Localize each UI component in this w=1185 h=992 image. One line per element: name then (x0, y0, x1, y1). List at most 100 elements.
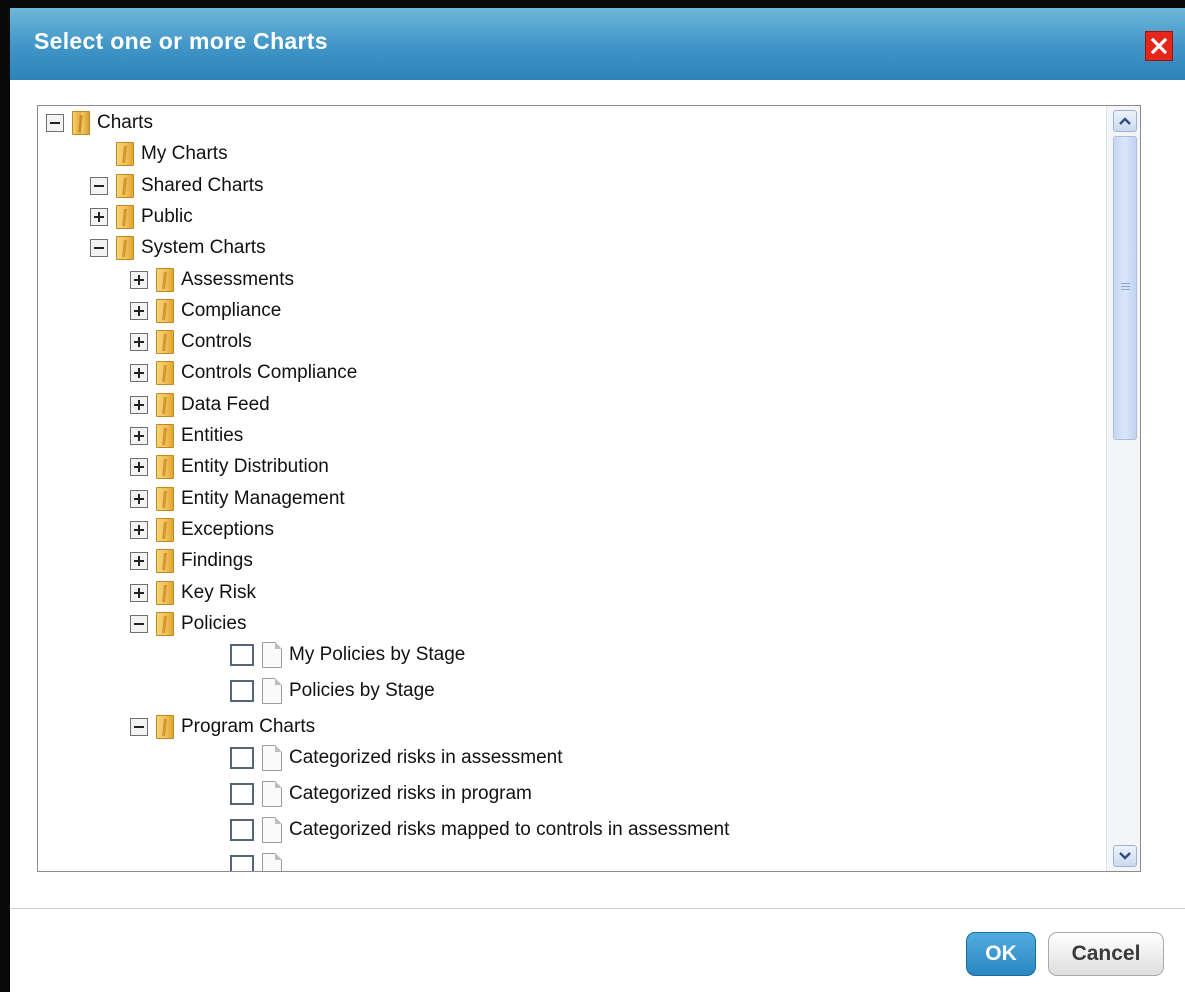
tree-folder-node[interactable]: Key Risk (130, 578, 256, 608)
tree-folder-node[interactable]: Public (90, 202, 193, 232)
document-icon (262, 781, 282, 808)
folder-icon (156, 517, 174, 542)
tree-folder-node[interactable]: Exceptions (130, 515, 274, 545)
folder-icon (156, 611, 174, 636)
tree-node-label: Compliance (181, 299, 282, 321)
tree-chart-node[interactable] (230, 851, 289, 871)
document-icon (262, 817, 282, 844)
tree-folder-node[interactable]: My Charts (116, 139, 228, 169)
dialog-title: Select one or more Charts (34, 28, 328, 54)
grip-line (1121, 289, 1130, 290)
tree-folder-node[interactable]: Compliance (130, 296, 281, 326)
expand-icon[interactable] (130, 364, 148, 383)
tree-node-label: Controls Compliance (181, 362, 358, 384)
tree-chart-node[interactable]: Categorized risks mapped to controls in … (230, 815, 729, 845)
tree-node-label: Policies (181, 612, 247, 634)
tree-folder-node[interactable]: Entity Distribution (130, 452, 329, 482)
expand-icon[interactable] (130, 520, 148, 539)
collapse-icon[interactable] (130, 614, 148, 633)
chart-checkbox[interactable] (230, 644, 254, 667)
document-icon (262, 678, 282, 705)
vertical-scrollbar[interactable] (1106, 106, 1140, 871)
tree-node-label: Assessments (181, 268, 294, 290)
expand-icon[interactable] (130, 458, 148, 477)
chart-checkbox[interactable] (230, 680, 254, 703)
collapse-icon[interactable] (90, 239, 108, 258)
expand-icon[interactable] (130, 489, 148, 508)
expand-icon[interactable] (130, 583, 148, 602)
ok-button[interactable]: OK (966, 932, 1036, 976)
tree-node-label: Categorized risks in program (289, 783, 532, 805)
tree-folder-node[interactable]: Program Charts (130, 712, 315, 742)
tree-folder-node[interactable]: System Charts (90, 233, 266, 263)
folder-icon (156, 715, 174, 740)
tree-node-label: Public (141, 205, 193, 227)
folder-icon (156, 298, 174, 323)
chart-checkbox[interactable] (230, 747, 254, 770)
tree-folder-node[interactable]: Charts (46, 108, 153, 138)
tree-node-label: My Charts (141, 143, 228, 165)
tree-node-label: Entities (181, 425, 244, 446)
folder-icon (116, 142, 134, 167)
window-frame-left (0, 0, 10, 992)
close-button[interactable] (1145, 31, 1173, 61)
chart-checkbox[interactable] (230, 819, 254, 842)
collapse-icon[interactable] (130, 718, 148, 737)
tree-folder-node[interactable]: Controls Compliance (130, 358, 357, 388)
folder-icon (156, 361, 174, 386)
scroll-down-button[interactable] (1113, 845, 1137, 867)
expand-icon[interactable] (130, 552, 148, 571)
tree-node-label: Charts (97, 112, 153, 133)
tree-folder-node[interactable]: Data Feed (130, 390, 270, 420)
tree-node-label: Program Charts (181, 716, 316, 738)
folder-icon (116, 236, 134, 261)
tree-folder-node[interactable]: Policies (130, 609, 246, 639)
folder-icon (72, 111, 90, 135)
folder-icon (116, 204, 134, 229)
collapse-icon[interactable] (90, 176, 108, 195)
tree-folder-node[interactable]: Shared Charts (90, 171, 264, 201)
chevron-up-icon (1119, 117, 1131, 125)
scroll-up-button[interactable] (1113, 110, 1137, 132)
folder-icon (156, 424, 174, 448)
dialog-body: Charts My Charts Shared Charts Public System… (10, 80, 1185, 992)
collapse-icon[interactable] (46, 114, 64, 132)
tree-folder-node[interactable]: Controls (130, 327, 252, 357)
folder-icon (156, 580, 174, 605)
cancel-button[interactable]: Cancel (1048, 932, 1164, 976)
expand-icon[interactable] (130, 427, 148, 445)
chevron-down-icon (1119, 852, 1131, 860)
expand-icon[interactable] (130, 395, 148, 414)
chart-checkbox[interactable] (230, 855, 254, 871)
tree-node-label: Key Risk (181, 581, 256, 603)
chart-checkbox[interactable] (230, 783, 254, 806)
document-icon (262, 642, 282, 669)
grip-line (1121, 283, 1130, 284)
tree-chart-node[interactable]: Categorized risks in assessment (230, 743, 563, 773)
folder-icon (156, 486, 174, 511)
expand-icon[interactable] (90, 207, 108, 226)
tree-folder-node[interactable]: Assessments (130, 265, 294, 295)
tree-folder-node[interactable]: Findings (130, 546, 253, 576)
folder-icon (156, 455, 174, 480)
expand-icon[interactable] (130, 270, 148, 289)
tree-chart-node[interactable]: Policies by Stage (230, 676, 435, 706)
tree-chart-node[interactable]: My Policies by Stage (230, 640, 465, 670)
grip-line (1121, 286, 1130, 287)
tree-node-label: System Charts (141, 237, 266, 259)
expand-icon[interactable] (130, 301, 148, 320)
folder-icon (156, 330, 174, 355)
chart-tree-panel: Charts My Charts Shared Charts Public System… (37, 105, 1141, 872)
tree-folder-node[interactable]: Entity Management (130, 484, 345, 514)
tree-node-label: Shared Charts (141, 174, 264, 196)
folder-icon (156, 267, 174, 292)
footer-divider (10, 908, 1185, 909)
expand-icon[interactable] (130, 333, 148, 352)
folder-icon (156, 549, 174, 574)
scrollbar-thumb[interactable] (1113, 136, 1137, 440)
tree-chart-node[interactable]: Categorized risks in program (230, 779, 532, 809)
tree-folder-node[interactable]: Entities (130, 421, 243, 451)
document-icon (262, 745, 282, 772)
window-frame-top (0, 0, 1185, 8)
tree-node-label: Categorized risks mapped to controls in … (289, 819, 730, 841)
